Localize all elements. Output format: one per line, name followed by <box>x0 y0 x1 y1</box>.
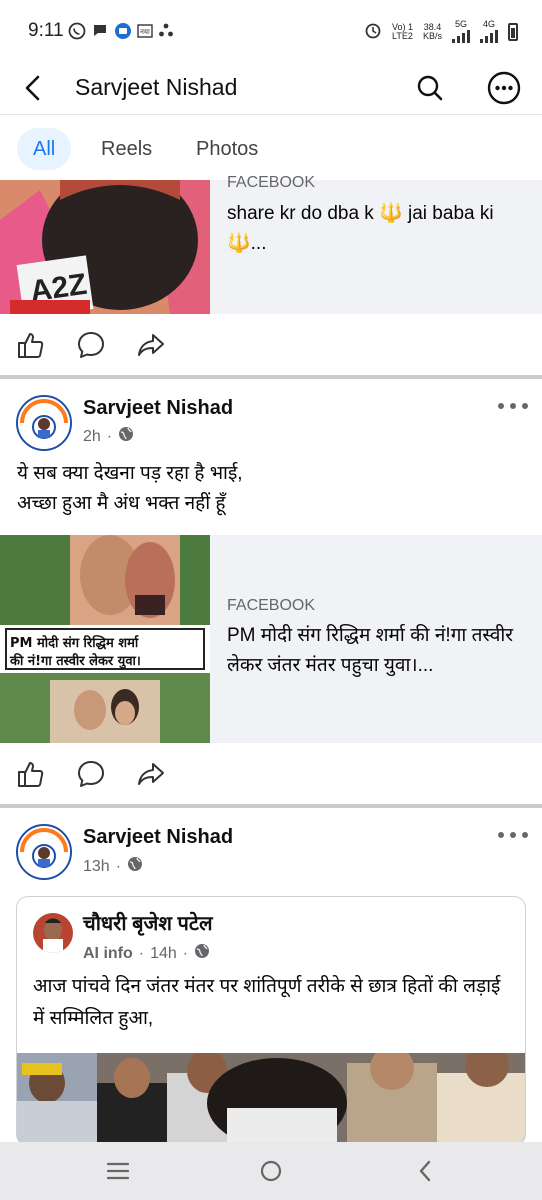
globe-icon <box>118 426 134 447</box>
app-icon: नया <box>136 22 154 45</box>
post-time: 2h <box>83 427 101 445</box>
alarm-icon <box>364 21 382 42</box>
comment-icon[interactable] <box>76 330 106 360</box>
shared-photo[interactable] <box>17 1053 525 1145</box>
tab-photos[interactable]: Photos <box>180 128 274 170</box>
post-author[interactable]: Sarvjeet Nishad <box>83 826 233 849</box>
post-actions <box>0 314 542 376</box>
share-icon[interactable] <box>136 330 166 360</box>
wallet-icon <box>114 22 132 45</box>
post-text: ये सब क्या देखना पड़ रहा है भाई, अच्छा ह… <box>17 463 243 514</box>
post-time: 13h <box>83 857 110 875</box>
post-meta: 2h · <box>83 426 134 447</box>
link-thumbnail: A2Z <box>0 180 210 314</box>
apps-dots-icon <box>158 22 174 43</box>
shared-meta: AI info · 14h · <box>83 943 210 964</box>
back-icon[interactable] <box>12 68 52 108</box>
thumb-caption-line2: की नं!गा तस्वीर लेकर युवा। <box>9 653 141 669</box>
link-preview-card[interactable]: PM मोदी संग रिद्धिम शर्मा की नं!गा तस्वी… <box>0 535 542 743</box>
like-icon[interactable] <box>16 759 46 789</box>
post-meta: 13h · <box>83 856 143 877</box>
link-thumbnail: PM मोदी संग रिद्धिम शर्मा की नं!गा तस्वी… <box>0 535 210 743</box>
shared-time: 14h <box>150 944 177 962</box>
post-actions <box>0 743 542 805</box>
status-right: Vo) 1 LTE2 38.4 KB/s 5G 4G <box>364 20 518 43</box>
like-icon[interactable] <box>16 330 46 360</box>
thumb-caption-line1: PM मोदी संग रिद्धिम शर्मा <box>10 635 139 651</box>
shared-post[interactable]: चौधरी बृजेश पटेल AI info · 14h · आज पांच… <box>16 896 526 1146</box>
post-options-button[interactable] <box>498 401 528 411</box>
shared-avatar[interactable] <box>33 913 73 953</box>
profile-header: Sarvjeet Nishad <box>0 62 542 114</box>
avatar[interactable] <box>16 395 72 451</box>
link-source: FACEBOOK <box>227 174 316 191</box>
link-title: PM मोदी संग रिद्धिम शर्मा की नं!गा तस्वी… <box>227 625 514 676</box>
post-separator <box>0 804 542 808</box>
page-title: Sarvjeet Nishad <box>75 74 238 100</box>
avatar[interactable] <box>16 824 72 880</box>
shared-author[interactable]: चौधरी बृजेश पटेल <box>83 909 213 936</box>
link-title: share kr do dba k 🔱 jai baba ki 🔱... <box>227 203 494 254</box>
more-icon[interactable] <box>484 68 524 108</box>
menu-icon[interactable] <box>103 1156 133 1186</box>
status-time: 9:11 <box>28 20 64 41</box>
shared-text: आज पांचवे दिन जंतर मंतर पर शांतिपूर्ण तर… <box>33 976 501 1029</box>
network-speed: 38.4 KB/s <box>422 21 442 41</box>
search-icon[interactable] <box>410 68 450 108</box>
home-icon[interactable] <box>256 1156 286 1186</box>
tab-reels[interactable]: Reels <box>85 128 168 170</box>
post-separator <box>0 375 542 379</box>
globe-icon <box>127 856 143 877</box>
signal-4g: 4G <box>480 20 498 43</box>
volte-indicator: Vo) 1 LTE2 <box>391 21 413 41</box>
link-source: FACEBOOK <box>227 597 316 614</box>
globe-icon <box>194 943 210 964</box>
battery-icon <box>508 22 518 41</box>
chat-icon <box>92 22 108 43</box>
whatsapp-icon <box>68 22 86 45</box>
nav-back-icon[interactable] <box>410 1156 440 1186</box>
tab-all[interactable]: All <box>17 128 72 170</box>
system-nav-bar <box>0 1142 542 1200</box>
svg-text:नया: नया <box>140 28 150 36</box>
comment-icon[interactable] <box>76 759 106 789</box>
signal-5g: 5G <box>452 20 470 43</box>
filter-tabs: All Reels Photos <box>0 114 542 180</box>
ai-info-label[interactable]: AI info <box>83 945 133 963</box>
share-icon[interactable] <box>136 759 166 789</box>
post-options-button[interactable] <box>498 830 528 840</box>
link-preview-card[interactable]: A2Z FACEBOOK share kr do dba k 🔱 jai bab… <box>0 174 542 314</box>
post-author[interactable]: Sarvjeet Nishad <box>83 397 233 420</box>
status-bar: 9:11 नया Vo) 1 LTE2 38.4 KB/s 5G 4G <box>0 0 542 62</box>
